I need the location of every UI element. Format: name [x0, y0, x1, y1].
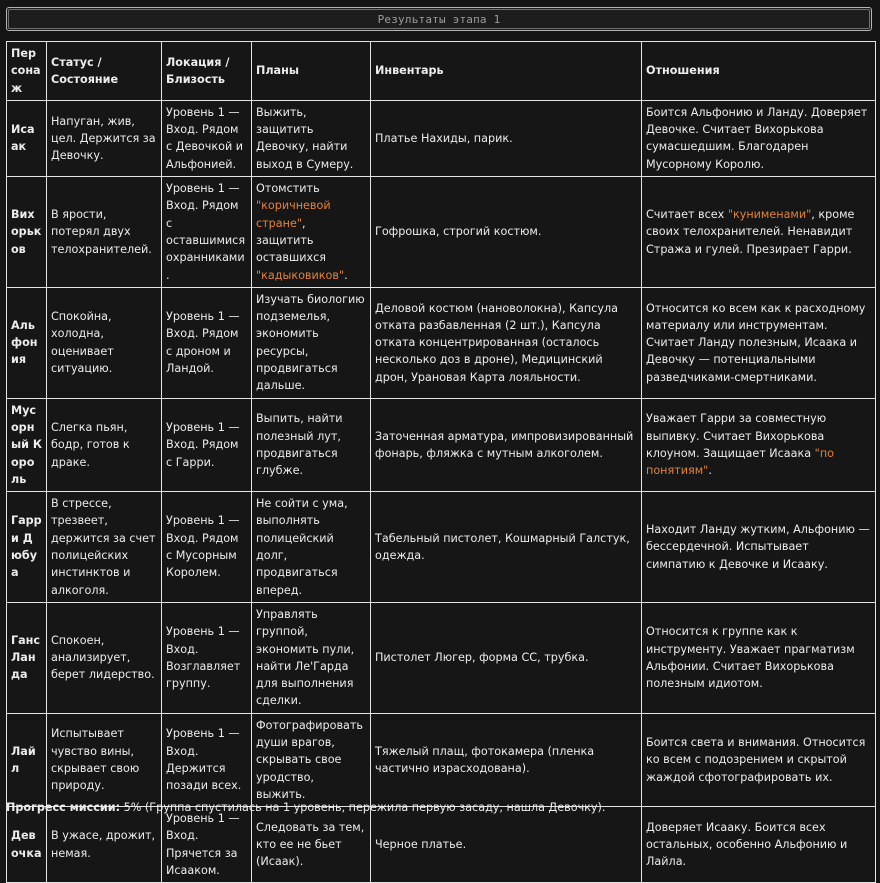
inventory-cell: Заточенная арматура, импровизированный ф… — [370, 397, 642, 493]
header-status: Статус / Состояние — [46, 41, 162, 101]
progress-label: Прогресс миссии: — [6, 801, 121, 814]
plans-cell: Выпить, найти полезный лут, продвигаться… — [251, 397, 371, 493]
plans-cell: Фотографировать души врагов, скрывать св… — [251, 712, 371, 808]
table-row: Гарри Дюбуа В стрессе, трезвеет, держитс… — [6, 491, 876, 603]
location-cell: Уровень 1 — Вход. Рядом с оставшимися ох… — [161, 176, 252, 288]
relations-cell: Боится света и внимания. Относится ко вс… — [641, 712, 876, 808]
relations-text: . — [708, 464, 712, 478]
stage-title: Результаты этапа 1 — [8, 9, 870, 29]
character-name: Лайл — [6, 712, 47, 808]
character-name: Мусорный Король — [6, 397, 47, 493]
location-cell: Уровень 1 — Вход. Рядом с Девочкой и Аль… — [161, 99, 252, 178]
progress-note: (Группа спустилась на 1 уровень, пережил… — [141, 801, 606, 814]
location-cell: Уровень 1 — Вход. Держится позади всех. — [161, 712, 252, 808]
table-row: Лайл Испытывает чувство вины, скрывает с… — [6, 712, 876, 808]
header-location: Локация / Близость — [161, 41, 252, 101]
status-cell: В стрессе, трезвеет, держится за счет по… — [46, 491, 162, 603]
location-cell: Уровень 1 — Вход. Рядом с Мусорным Корол… — [161, 491, 252, 603]
character-name: Вихорьков — [6, 176, 47, 288]
location-cell: Уровень 1 — Вход. Рядом с Гарри. — [161, 397, 252, 493]
plans-cell: Выжить, защитить Девочку, найти выход в … — [251, 99, 371, 178]
inventory-cell: Тяжелый плащ, фотокамера (пленка частичн… — [370, 712, 642, 808]
highlight-term: "коричневой стране" — [256, 199, 331, 230]
inventory-cell: Гофрошка, строгий костюм. — [370, 176, 642, 288]
header-relations: Отношения — [641, 41, 876, 101]
plans-cell: Отомстить "коричневой стране", защитить … — [251, 176, 371, 288]
relations-cell: Боится Альфонию и Ланду. Доверяет Девочк… — [641, 99, 876, 178]
table-row: Альфония Спокойна, холодна, оценивает си… — [6, 286, 876, 399]
plans-text: . — [344, 268, 348, 282]
relations-cell: Считает всех "кунименами", кроме своих т… — [641, 176, 876, 288]
header-character: Персонаж — [6, 41, 47, 101]
plans-cell: Управлять группой, экономить пули, найти… — [251, 601, 371, 714]
stage-title-bar: Результаты этапа 1 — [6, 7, 872, 31]
relations-cell: Находит Ланду жутким, Альфонию — бессерд… — [641, 491, 876, 603]
relations-cell: Относится к группе как к инструменту. Ув… — [641, 601, 876, 714]
status-cell: Спокоен, анализирует, берет лидерство. — [46, 601, 162, 714]
character-name: Альфония — [6, 286, 47, 399]
status-cell: В ужасе, дрожит, немая. — [46, 806, 162, 883]
mission-progress: Прогресс миссии: 5% (Группа спустилась н… — [6, 799, 605, 816]
table-row: Девочка В ужасе, дрожит, немая. Уровень … — [6, 806, 876, 883]
table-row: Мусорный Король Слегка пьян, бодр, готов… — [6, 397, 876, 493]
table-row: Исаак Напуган, жив, цел. Держится за Дев… — [6, 99, 876, 178]
inventory-cell: Пистолет Люгер, форма СС, трубка. — [370, 601, 642, 714]
plans-cell: Изучать биологию подземелья, экономить р… — [251, 286, 371, 399]
inventory-cell: Табельный пистолет, Кошмарный Галстук, о… — [370, 491, 642, 603]
highlight-term: "кадыковиков" — [256, 268, 345, 282]
plans-cell: Не сойти с ума, выполнять полицейский до… — [251, 491, 371, 603]
relations-cell: Уважает Гарри за совместную выпивку. Счи… — [641, 397, 876, 493]
header-plans: Планы — [251, 41, 371, 101]
status-cell: В ярости, потерял двух телохранителей. — [46, 176, 162, 288]
character-name: Ганс Ланда — [6, 601, 47, 714]
character-name: Исаак — [6, 99, 47, 178]
status-cell: Слегка пьян, бодр, готов к драке. — [46, 397, 162, 493]
location-cell: Уровень 1 — Вход. Возглавляет группу. — [161, 601, 252, 714]
inventory-cell: Черное платье. — [370, 806, 642, 883]
character-name: Гарри Дюбуа — [6, 491, 47, 603]
status-cell: Напуган, жив, цел. Держится за Девочку. — [46, 99, 162, 178]
inventory-cell: Деловой костюм (нановолокна), Капсула от… — [370, 286, 642, 399]
table-row: Вихорьков В ярости, потерял двух телохра… — [6, 176, 876, 288]
header-inventory: Инвентарь — [370, 41, 642, 101]
status-cell: Испытывает чувство вины, скрывает свою п… — [46, 712, 162, 808]
plans-text: Отомстить — [256, 182, 320, 196]
status-cell: Спокойна, холодна, оценивает ситуацию. — [46, 286, 162, 399]
table-row: Ганс Ланда Спокоен, анализирует, берет л… — [6, 601, 876, 714]
relations-text: Уважает Гарри за совместную выпивку. Счи… — [646, 412, 827, 460]
location-cell: Уровень 1 — Вход. Рядом с дроном и Ландо… — [161, 286, 252, 399]
highlight-term: "кунименами" — [727, 208, 812, 222]
relations-cell: Доверяет Исааку. Боится всех остальных, … — [641, 806, 876, 883]
inventory-cell: Платье Нахиды, парик. — [370, 99, 642, 178]
relations-cell: Относится ко всем как к расходному матер… — [641, 286, 876, 399]
table-header-row: Персонаж Статус / Состояние Локация / Бл… — [6, 41, 876, 101]
progress-value: 5% — [120, 801, 142, 814]
location-cell: Уровень 1 — Вход. Прячется за Исааком. — [161, 806, 252, 883]
plans-cell: Следовать за тем, кто ее не бьет (Исаак)… — [251, 806, 371, 883]
character-name: Девочка — [6, 806, 47, 883]
results-table: Персонаж Статус / Состояние Локация / Бл… — [6, 41, 876, 883]
relations-text: Считает всех — [646, 208, 728, 222]
